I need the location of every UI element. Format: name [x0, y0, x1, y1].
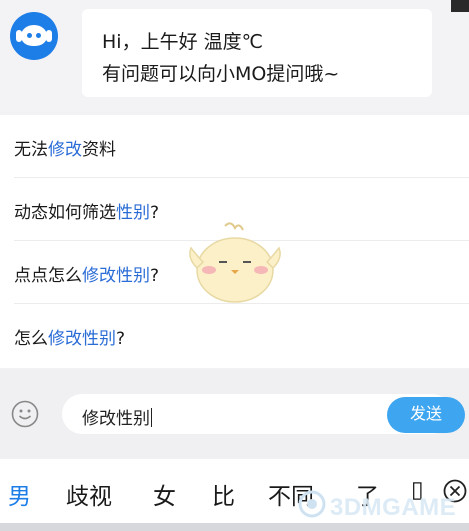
send-button[interactable]: 发送	[387, 397, 465, 433]
suggestion-text: 点点怎么修改性别?	[14, 266, 160, 286]
chat-area: Hi，上午好 温度℃ 有问题可以向小MO提问哦~	[0, 0, 469, 112]
corner-shadow	[451, 0, 469, 12]
watermark-logo-icon	[298, 490, 326, 518]
greeting-line-1: Hi，上午好 温度℃	[102, 31, 263, 53]
suggestion-text: 动态如何筛选性别?	[14, 203, 160, 223]
ime-candidate[interactable]: 歧视	[66, 477, 112, 511]
greeting-bubble: Hi，上午好 温度℃ 有问题可以向小MO提问哦~	[82, 9, 432, 97]
chick-mascot-icon	[189, 222, 281, 303]
avatar-face	[21, 25, 47, 46]
avatar-eye-right	[36, 33, 41, 38]
input-bar: 修改性别 发送	[0, 370, 469, 458]
text-caret	[151, 408, 152, 427]
suggestion-item[interactable]: 怎么修改性别?	[0, 304, 469, 367]
keyboard-edge	[0, 523, 469, 531]
ime-candidate[interactable]: 女	[153, 477, 176, 511]
greeting-line-2: 有问题可以向小MO提问哦~	[102, 63, 340, 85]
bot-avatar[interactable]	[10, 12, 58, 60]
avatar-eye-left	[27, 33, 32, 38]
emoji-icon[interactable]	[11, 400, 39, 428]
suggestion-text: 无法修改资料	[14, 140, 116, 160]
ime-candidate[interactable]: 男	[8, 477, 31, 511]
suggestion-text: 怎么修改性别?	[14, 329, 126, 349]
message-input-value: 修改性别	[82, 408, 152, 429]
ime-candidate[interactable]: 比	[212, 477, 235, 511]
watermark-text: 3DMGAME	[330, 494, 457, 521]
suggestion-item[interactable]: 无法修改资料	[0, 115, 469, 178]
